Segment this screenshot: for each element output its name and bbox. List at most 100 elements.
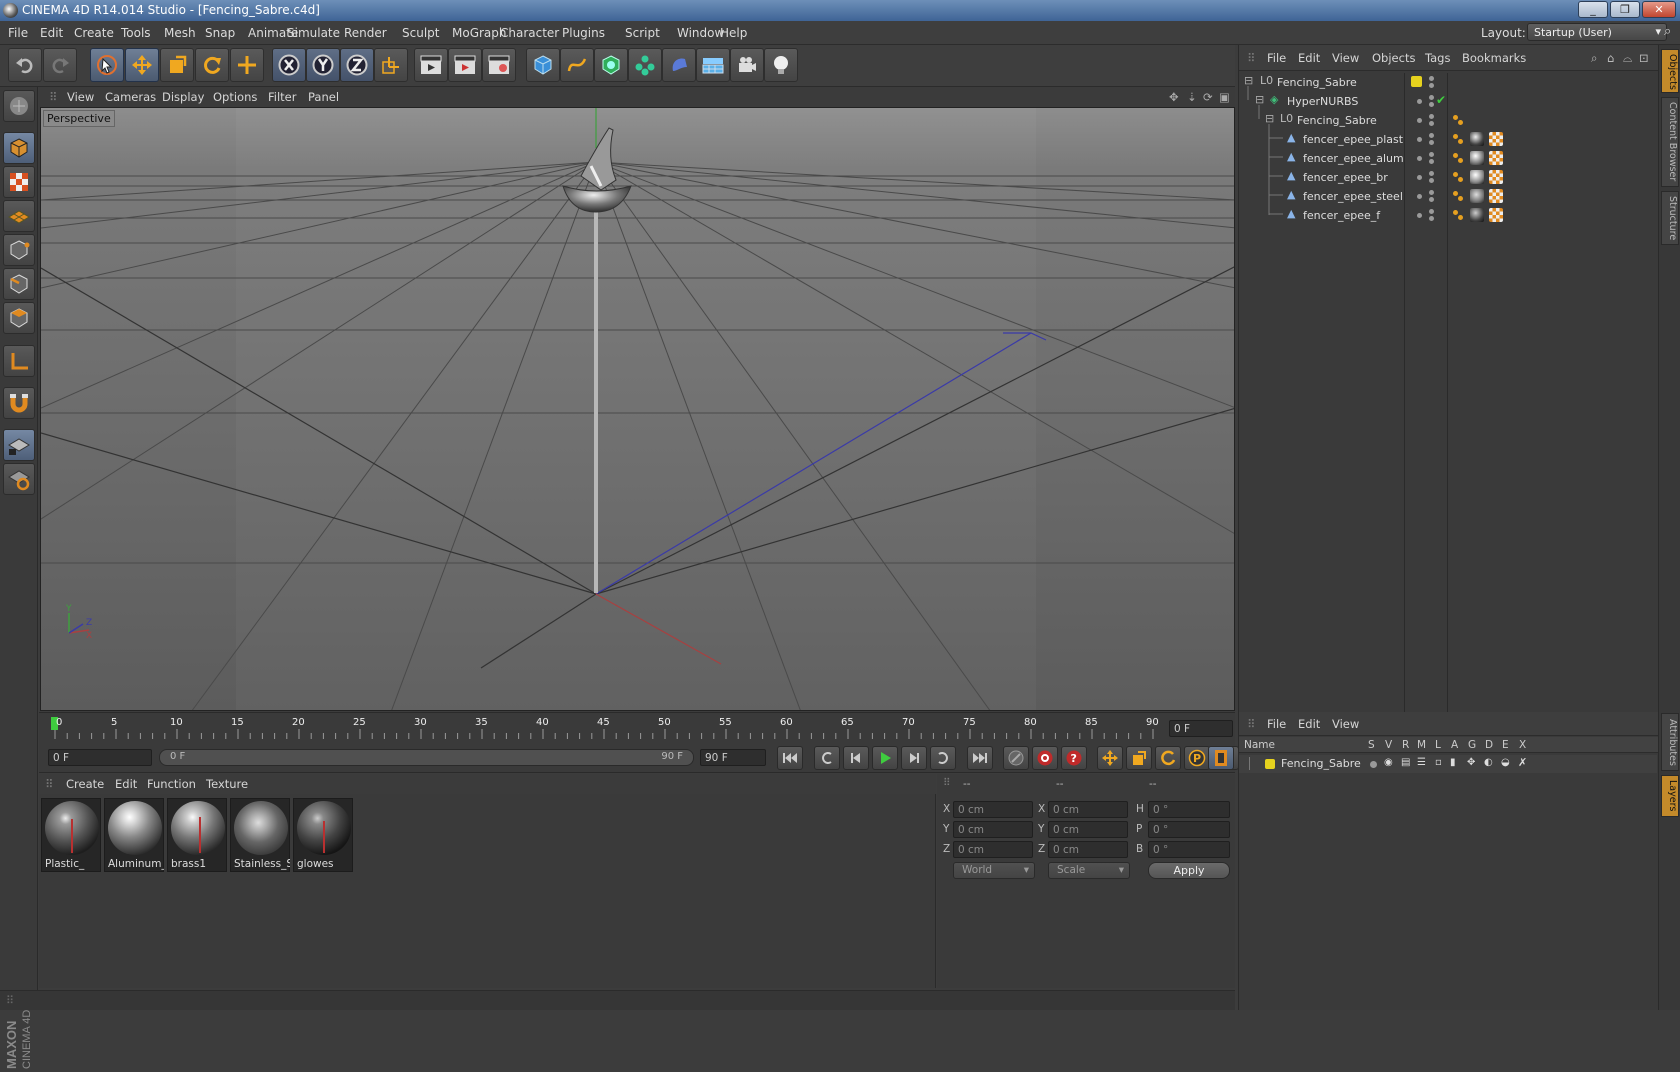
generator-icon[interactable]: ✥ bbox=[1467, 757, 1475, 768]
column-deformers[interactable]: D bbox=[1485, 739, 1493, 751]
column-animation[interactable]: A bbox=[1451, 739, 1458, 751]
layers-menu-file[interactable]: File bbox=[1267, 717, 1286, 731]
autokey-button[interactable] bbox=[1032, 746, 1058, 770]
new-window-icon[interactable]: ⊡ bbox=[1639, 51, 1649, 65]
material-swatch[interactable]: brass1 bbox=[167, 798, 227, 872]
live-selection-button[interactable] bbox=[90, 48, 124, 82]
column-xrefs[interactable]: X bbox=[1519, 739, 1526, 751]
object-row[interactable]: ▲ fencer_epee_plast bbox=[1239, 129, 1657, 149]
material-swatch[interactable]: Stainless_S bbox=[230, 798, 290, 872]
viewport-menu-panel[interactable]: Panel bbox=[308, 90, 339, 104]
frame-range-slider[interactable]: 0 F 90 F bbox=[159, 749, 694, 766]
light-button[interactable] bbox=[764, 48, 798, 82]
undo-button[interactable] bbox=[8, 48, 42, 82]
tab-objects[interactable]: Objects bbox=[1661, 49, 1679, 93]
points-mode-button[interactable] bbox=[3, 234, 35, 266]
menu-simulate[interactable]: Render bbox=[344, 26, 387, 40]
render-settings-button[interactable] bbox=[482, 48, 516, 82]
tab-content-browser[interactable]: Content Browser bbox=[1661, 97, 1679, 187]
layer-row[interactable]: Fencing_Sabre ◉ ▤ ☰ ▫ ▮ ✥ ◐ ◒ ✗ bbox=[1239, 755, 1657, 773]
layout-dropdown[interactable]: Startup (User) ▾ bbox=[1527, 23, 1667, 41]
uvw-tag-icon[interactable] bbox=[1489, 208, 1503, 222]
menu-character[interactable]: Plugins bbox=[562, 26, 605, 40]
workplane-mode-button[interactable] bbox=[3, 200, 35, 232]
objects-menu-edit[interactable]: Edit bbox=[1298, 51, 1320, 65]
viewport-camera-label[interactable]: Perspective bbox=[43, 110, 115, 127]
render-picture-viewer-button[interactable] bbox=[448, 48, 482, 82]
size-x-field[interactable]: 0 cm bbox=[1048, 801, 1128, 818]
objects-menu-file[interactable]: File bbox=[1267, 51, 1286, 65]
column-solo[interactable]: S bbox=[1368, 739, 1375, 751]
layer-color-tag[interactable] bbox=[1411, 76, 1422, 87]
viewport-rotate-icon[interactable]: ⟳ bbox=[1203, 90, 1213, 104]
viewport-menu-display[interactable]: Display bbox=[162, 90, 204, 104]
move-tool-button[interactable] bbox=[125, 48, 159, 82]
deformer-icon[interactable]: ◐ bbox=[1484, 757, 1493, 768]
maximize-button[interactable]: ❐ bbox=[1610, 1, 1640, 18]
menu-edit[interactable]: Edit bbox=[40, 26, 63, 40]
object-row[interactable]: ⊟ ◈ HyperNURBS ✔ bbox=[1239, 91, 1657, 111]
record-active-button[interactable] bbox=[1003, 746, 1029, 770]
make-editable-button[interactable] bbox=[3, 90, 35, 122]
xref-icon[interactable]: ✗ bbox=[1518, 756, 1527, 769]
menu-tools[interactable]: Mesh bbox=[164, 26, 196, 40]
menu-plugins[interactable]: Script bbox=[625, 26, 660, 40]
camera-button[interactable] bbox=[730, 48, 764, 82]
layers-menu-view[interactable]: View bbox=[1332, 717, 1359, 731]
workplane-lock-button[interactable] bbox=[3, 429, 35, 461]
key-rotation-button[interactable] bbox=[1155, 746, 1181, 770]
material-tag-icon[interactable] bbox=[1470, 151, 1484, 165]
rotate-tool-button[interactable] bbox=[195, 48, 229, 82]
home-icon[interactable]: ⌂ bbox=[1607, 51, 1614, 65]
animation-icon[interactable]: ▮ bbox=[1450, 757, 1456, 768]
column-name[interactable]: Name bbox=[1244, 739, 1275, 751]
model-mode-button[interactable] bbox=[3, 132, 35, 164]
menu-file[interactable]: File bbox=[8, 26, 28, 40]
object-row[interactable]: ⊟ L0 Fencing_Sabre bbox=[1239, 110, 1657, 130]
prev-key-button[interactable] bbox=[814, 746, 840, 770]
column-view[interactable]: V bbox=[1385, 739, 1392, 751]
material-swatch[interactable]: Plastic_ bbox=[41, 798, 101, 872]
mograph-cloner-button[interactable] bbox=[628, 48, 662, 82]
uvw-tag-icon[interactable] bbox=[1489, 151, 1503, 165]
menu-mesh[interactable]: Snap bbox=[205, 26, 235, 40]
timeline-ruler[interactable]: 0 5 10 15 20 25 30 35 40 45 50 55 60 65 … bbox=[39, 712, 1235, 743]
column-render[interactable]: R bbox=[1402, 739, 1409, 751]
search-icon[interactable]: ⌕ bbox=[1664, 24, 1671, 39]
search-icon[interactable]: ⌕ bbox=[1591, 51, 1597, 66]
goto-start-button[interactable] bbox=[777, 746, 803, 770]
key-position-button[interactable] bbox=[1097, 746, 1123, 770]
enabled-checkmark-icon[interactable]: ✔ bbox=[1436, 93, 1446, 107]
view-eye-icon[interactable]: ◉ bbox=[1384, 757, 1393, 768]
expression-icon[interactable]: ◒ bbox=[1501, 757, 1510, 768]
rot-b-field[interactable]: 0 ° bbox=[1148, 841, 1230, 858]
uvw-tag-icon[interactable] bbox=[1489, 189, 1503, 203]
snap-button[interactable] bbox=[3, 387, 35, 419]
play-button[interactable] bbox=[872, 746, 898, 770]
recent-tool-button[interactable] bbox=[230, 48, 264, 82]
tab-attributes[interactable]: Attributes bbox=[1661, 713, 1679, 771]
polygons-mode-button[interactable] bbox=[3, 302, 35, 334]
objects-menu-view[interactable]: View bbox=[1332, 51, 1359, 65]
manager-icon[interactable]: ☰ bbox=[1417, 757, 1426, 768]
column-generators[interactable]: G bbox=[1468, 739, 1476, 751]
tab-structure[interactable]: Structure bbox=[1661, 191, 1679, 245]
axis-mode-button[interactable] bbox=[3, 345, 35, 377]
next-key-button[interactable] bbox=[930, 746, 956, 770]
menu-animate[interactable]: Simulate bbox=[287, 26, 340, 40]
next-frame-button[interactable] bbox=[901, 746, 927, 770]
deformer-button[interactable] bbox=[662, 48, 696, 82]
viewport-menu-filter[interactable]: Filter bbox=[268, 90, 296, 104]
material-menu-edit[interactable]: Edit bbox=[115, 777, 137, 791]
viewport-layout-icon[interactable]: ▣ bbox=[1219, 90, 1230, 104]
planar-workplane-button[interactable] bbox=[3, 463, 35, 495]
column-expressions[interactable]: E bbox=[1502, 739, 1509, 751]
close-button[interactable]: ✕ bbox=[1642, 1, 1676, 18]
material-menu-function[interactable]: Function bbox=[147, 777, 196, 791]
uvw-tag-icon[interactable] bbox=[1489, 132, 1503, 146]
coordinate-mode-dropdown[interactable]: World ▾ bbox=[953, 862, 1035, 879]
render-icon[interactable]: ▤ bbox=[1401, 757, 1410, 768]
end-frame-field[interactable]: 90 F bbox=[700, 749, 766, 766]
objects-menu-objects[interactable]: Objects bbox=[1372, 51, 1415, 65]
start-frame-field[interactable]: 0 F bbox=[48, 749, 152, 766]
